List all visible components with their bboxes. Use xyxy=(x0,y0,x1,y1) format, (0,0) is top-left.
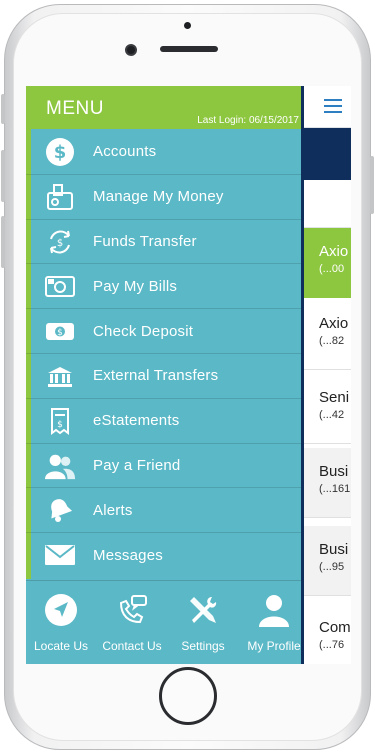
menu-item-label: Pay a Friend xyxy=(93,456,181,474)
account-name: Axio xyxy=(319,315,349,332)
svg-text:$: $ xyxy=(54,142,67,163)
bell-icon xyxy=(44,494,76,526)
menu-item-label: Accounts xyxy=(93,143,157,161)
screen: Axio (...00 Axio (...82 Seni (...42 Busi… xyxy=(26,86,351,664)
nav-locate-us[interactable]: Locate Us xyxy=(26,581,96,664)
background-white-band xyxy=(303,180,351,228)
statement-icon: $ xyxy=(44,405,76,437)
menu-item-manage-my-money[interactable]: Manage My Money xyxy=(26,175,301,220)
nav-my-profile[interactable]: My Profile xyxy=(239,581,309,664)
menu-title: MENU xyxy=(46,98,104,119)
account-number: (...82 xyxy=(319,335,345,347)
camera-bill-icon xyxy=(44,270,76,302)
account-name: Busi xyxy=(319,463,349,480)
menu-item-estatements[interactable]: $ eStatements xyxy=(26,399,301,444)
menu-item-label: External Transfers xyxy=(93,367,219,385)
menu-header: MENU Last Login: 06/15/2017 xyxy=(26,86,301,129)
account-row[interactable]: Com (...76 xyxy=(303,604,351,664)
nav-label: My Profile xyxy=(247,639,301,653)
account-name: Com xyxy=(319,619,351,636)
menu-item-accounts[interactable]: $ Accounts xyxy=(26,130,301,175)
account-number: (...76 xyxy=(319,639,345,651)
nav-label: Contact Us xyxy=(102,639,162,653)
home-button[interactable] xyxy=(159,667,217,725)
menu-item-label: Manage My Money xyxy=(93,188,224,206)
menu-item-messages[interactable]: Messages xyxy=(26,533,301,578)
side-menu-drawer: MENU Last Login: 06/15/2017 $ Accounts M… xyxy=(26,86,301,664)
nav-contact-us[interactable]: Contact Us xyxy=(97,581,167,664)
menu-item-alerts[interactable]: Alerts xyxy=(26,488,301,534)
mute-switch xyxy=(1,94,5,124)
account-name: Busi xyxy=(319,541,349,558)
nav-settings[interactable]: Settings xyxy=(168,581,238,664)
person-icon xyxy=(257,593,291,627)
svg-text:$: $ xyxy=(57,328,63,338)
account-number: (...161 xyxy=(319,483,351,495)
svg-text:$: $ xyxy=(57,238,63,249)
background-topbar xyxy=(303,86,351,128)
tools-icon xyxy=(186,593,220,627)
dollar-coin-icon: $ xyxy=(44,136,76,168)
account-number: (...00 xyxy=(319,263,345,275)
menu-item-label: Check Deposit xyxy=(93,322,194,340)
menu-item-pay-a-friend[interactable]: Pay a Friend xyxy=(26,444,301,489)
phone-chat-icon xyxy=(115,593,149,627)
account-number: (...42 xyxy=(319,409,345,421)
last-login-text: Last Login: 06/15/2017 xyxy=(197,115,299,126)
menu-item-label: Pay My Bills xyxy=(93,277,178,295)
friends-icon xyxy=(44,450,76,482)
svg-text:$: $ xyxy=(57,420,63,430)
envelope-icon xyxy=(44,539,76,571)
transfer-arrows-icon: $ xyxy=(44,226,76,258)
menu-item-funds-transfer[interactable]: $ Funds Transfer xyxy=(26,220,301,265)
menu-list: $ Accounts Manage My Money $ Funds Trans… xyxy=(26,130,301,578)
volume-down-button xyxy=(1,216,5,268)
drawer-edge xyxy=(301,86,304,664)
menu-item-pay-my-bills[interactable]: Pay My Bills xyxy=(26,264,301,310)
account-name: Axio xyxy=(319,243,349,260)
menu-item-label: eStatements xyxy=(93,412,180,430)
account-row[interactable]: Axio (...82 xyxy=(303,300,351,370)
background-navy-band xyxy=(303,128,351,180)
account-row[interactable]: Axio (...00 xyxy=(303,228,351,298)
check-deposit-icon: $ xyxy=(44,315,76,347)
nav-label: Locate Us xyxy=(33,639,89,653)
account-name: Seni xyxy=(319,389,350,406)
account-row[interactable]: Busi (...95 xyxy=(303,526,351,596)
background-app: Axio (...00 Axio (...82 Seni (...42 Busi… xyxy=(303,86,351,664)
menu-item-label: Messages xyxy=(93,547,163,565)
hamburger-menu-icon[interactable] xyxy=(324,99,342,113)
bank-transfer-icon xyxy=(44,360,76,392)
front-camera xyxy=(125,44,137,56)
location-arrow-icon xyxy=(44,593,78,627)
menu-item-label: Funds Transfer xyxy=(93,232,197,250)
bottom-nav: Locate Us Contact Us Settings My Profile xyxy=(26,580,301,664)
menu-item-label: Alerts xyxy=(93,501,133,519)
sensor-dot xyxy=(184,22,191,29)
wallet-icon xyxy=(44,181,76,213)
earpiece-speaker xyxy=(160,46,218,52)
menu-item-check-deposit[interactable]: $ Check Deposit xyxy=(26,309,301,354)
account-row[interactable]: Busi (...161 xyxy=(303,448,351,518)
power-button xyxy=(370,156,374,214)
account-number: (...95 xyxy=(319,561,345,573)
account-row[interactable]: Seni (...42 xyxy=(303,374,351,444)
nav-label: Settings xyxy=(181,639,225,653)
volume-up-button xyxy=(1,150,5,202)
menu-item-external-transfers[interactable]: External Transfers xyxy=(26,354,301,399)
